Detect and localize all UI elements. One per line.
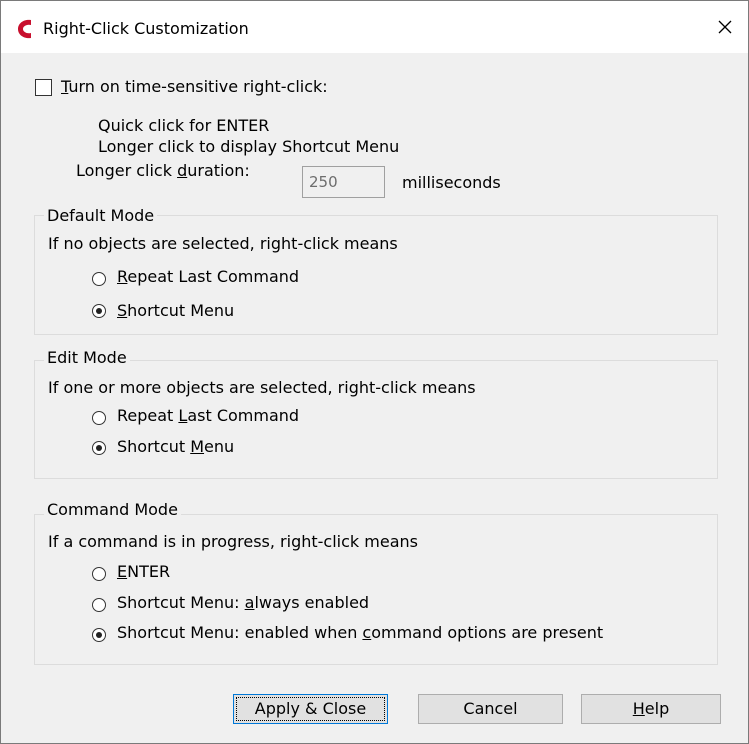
- quick-click-text: Quick click for ENTER: [98, 116, 270, 135]
- duration-label: Longer click duration:: [76, 161, 250, 180]
- edit-repeat-radio[interactable]: [92, 411, 106, 425]
- edit-mode-title: Edit Mode: [44, 348, 130, 367]
- time-sensitive-label[interactable]: Turn on time-sensitive right-click:: [61, 77, 328, 96]
- edit-mode-description: If one or more objects are selected, rig…: [48, 378, 476, 397]
- title-bar: Right-Click Customization: [1, 1, 748, 53]
- close-button[interactable]: [702, 1, 748, 53]
- command-options-radio[interactable]: [92, 628, 106, 642]
- app-logo-icon: [18, 19, 31, 39]
- command-enter-radio[interactable]: [92, 567, 106, 581]
- command-options-label[interactable]: Shortcut Menu: enabled when command opti…: [117, 623, 603, 642]
- edit-shortcut-label[interactable]: Shortcut Menu: [117, 437, 234, 456]
- command-always-radio[interactable]: [92, 598, 106, 612]
- help-button[interactable]: Help: [581, 694, 721, 724]
- time-sensitive-label-rest: urn on time-sensitive right-click:: [68, 77, 328, 96]
- default-repeat-radio[interactable]: [92, 272, 106, 286]
- edit-shortcut-radio[interactable]: [92, 441, 106, 455]
- apply-close-button[interactable]: Apply & Close: [233, 694, 388, 724]
- window-title: Right-Click Customization: [43, 19, 249, 38]
- command-mode-title: Command Mode: [44, 500, 181, 519]
- focus-rectangle: [236, 697, 385, 721]
- duration-input[interactable]: 250: [302, 166, 385, 198]
- command-enter-label[interactable]: ENTER: [117, 562, 170, 581]
- command-mode-description: If a command is in progress, right-click…: [48, 532, 418, 551]
- right-click-customization-dialog: Right-Click Customization Turn on time-s…: [0, 0, 749, 744]
- close-icon: [718, 20, 732, 34]
- default-shortcut-radio[interactable]: [92, 304, 106, 318]
- duration-unit: milliseconds: [402, 173, 501, 192]
- default-shortcut-label[interactable]: Shortcut Menu: [117, 301, 234, 320]
- longer-click-text: Longer click to display Shortcut Menu: [98, 137, 400, 156]
- default-mode-description: If no objects are selected, right-click …: [48, 234, 398, 253]
- time-sensitive-checkbox[interactable]: [35, 79, 52, 96]
- command-always-label[interactable]: Shortcut Menu: always enabled: [117, 593, 369, 612]
- edit-repeat-label[interactable]: Repeat Last Command: [117, 406, 299, 425]
- default-mode-title: Default Mode: [44, 206, 158, 225]
- cancel-button[interactable]: Cancel: [418, 694, 563, 724]
- help-label: Help: [632, 699, 670, 718]
- default-repeat-label[interactable]: Repeat Last Command: [117, 267, 299, 286]
- cancel-label: Cancel: [463, 699, 518, 718]
